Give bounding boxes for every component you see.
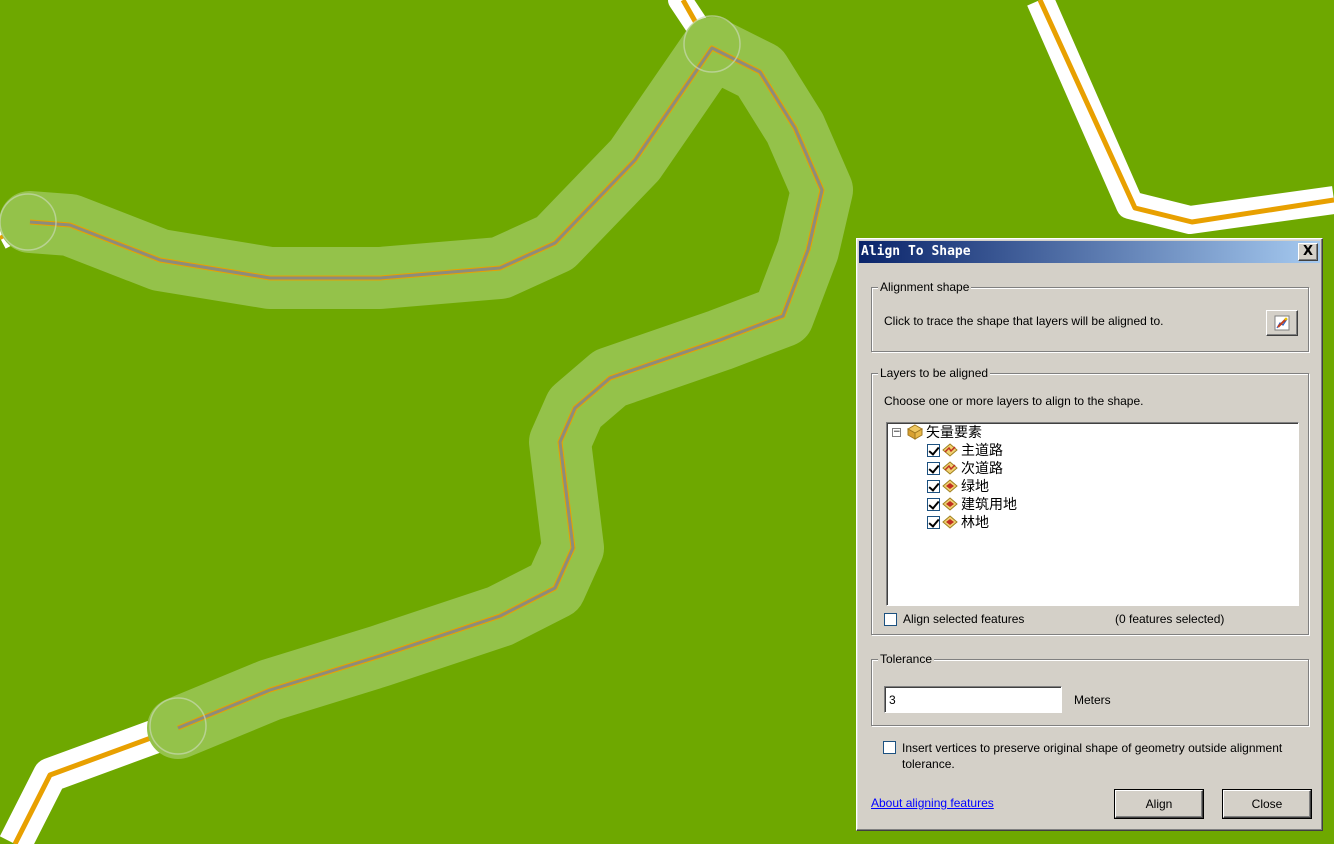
- align-selected-checkbox[interactable]: [884, 613, 897, 626]
- collapse-icon[interactable]: −: [892, 427, 901, 437]
- polygon-layer-icon: [942, 479, 958, 493]
- alignment-shape-legend: Alignment shape: [878, 280, 972, 294]
- align-selected-label: Align selected features: [903, 612, 1025, 626]
- insert-vertices-label: Insert vertices to preserve original sha…: [902, 741, 1283, 771]
- layer-label: 建筑用地: [961, 497, 1017, 513]
- alignment-shape-group: Alignment shape Click to trace the shape…: [871, 280, 1309, 352]
- tolerance-input[interactable]: [884, 686, 1062, 713]
- layer-label: 主道路: [961, 443, 1003, 459]
- layers-group: Layers to be aligned Choose one or more …: [871, 366, 1309, 635]
- line-layer-icon: [942, 443, 958, 457]
- layer-label: 林地: [961, 515, 989, 531]
- layers-legend: Layers to be aligned: [878, 366, 991, 380]
- layer-checkbox[interactable]: [927, 515, 940, 529]
- dialog-titlebar[interactable]: Align To Shape X: [859, 241, 1320, 263]
- align-button[interactable]: Align: [1115, 790, 1203, 818]
- polygon-layer-icon: [942, 515, 958, 529]
- line-layer-icon: [942, 461, 958, 475]
- tree-item-layer[interactable]: 建筑用地: [927, 495, 1017, 513]
- insert-vertices-row[interactable]: Insert vertices to preserve original sha…: [883, 740, 1303, 772]
- group-layer-icon: [907, 424, 923, 440]
- close-x-button[interactable]: X: [1298, 243, 1318, 261]
- close-button[interactable]: Close: [1223, 790, 1311, 818]
- tree-root-label: 矢量要素: [926, 425, 982, 441]
- tree-root[interactable]: − 矢量要素: [892, 423, 982, 441]
- tolerance-legend: Tolerance: [878, 652, 935, 666]
- layers-tree[interactable]: − 矢量要素 主道路 次道路 绿地 建筑用地 林地: [886, 422, 1299, 606]
- tolerance-units: Meters: [1074, 693, 1111, 707]
- close-icon: X: [1302, 244, 1314, 259]
- layer-checkbox[interactable]: [927, 497, 940, 511]
- polygon-layer-icon: [942, 497, 958, 511]
- tree-item-layer[interactable]: 次道路: [927, 459, 1003, 477]
- align-selected-row[interactable]: Align selected features: [884, 612, 1024, 626]
- selected-count: (0 features selected): [1115, 612, 1225, 626]
- layer-label: 绿地: [961, 479, 989, 495]
- about-aligning-link[interactable]: About aligning features: [871, 796, 994, 810]
- trace-shape-button[interactable]: [1266, 310, 1298, 336]
- align-to-shape-dialog: Align To Shape X Alignment shape Click t…: [856, 238, 1323, 831]
- layer-checkbox[interactable]: [927, 461, 940, 475]
- dialog-title: Align To Shape: [861, 244, 971, 259]
- layer-checkbox[interactable]: [927, 479, 940, 493]
- insert-vertices-checkbox[interactable]: [883, 741, 896, 754]
- trace-pencil-icon: [1274, 315, 1290, 331]
- layers-description: Choose one or more layers to align to th…: [884, 394, 1144, 408]
- tolerance-group: Tolerance Meters: [871, 652, 1309, 726]
- layer-label: 次道路: [961, 461, 1003, 477]
- tree-item-layer[interactable]: 主道路: [927, 441, 1003, 459]
- tree-item-layer[interactable]: 林地: [927, 513, 989, 531]
- layer-checkbox[interactable]: [927, 443, 940, 457]
- alignment-shape-description: Click to trace the shape that layers wil…: [884, 314, 1164, 328]
- tree-item-layer[interactable]: 绿地: [927, 477, 989, 495]
